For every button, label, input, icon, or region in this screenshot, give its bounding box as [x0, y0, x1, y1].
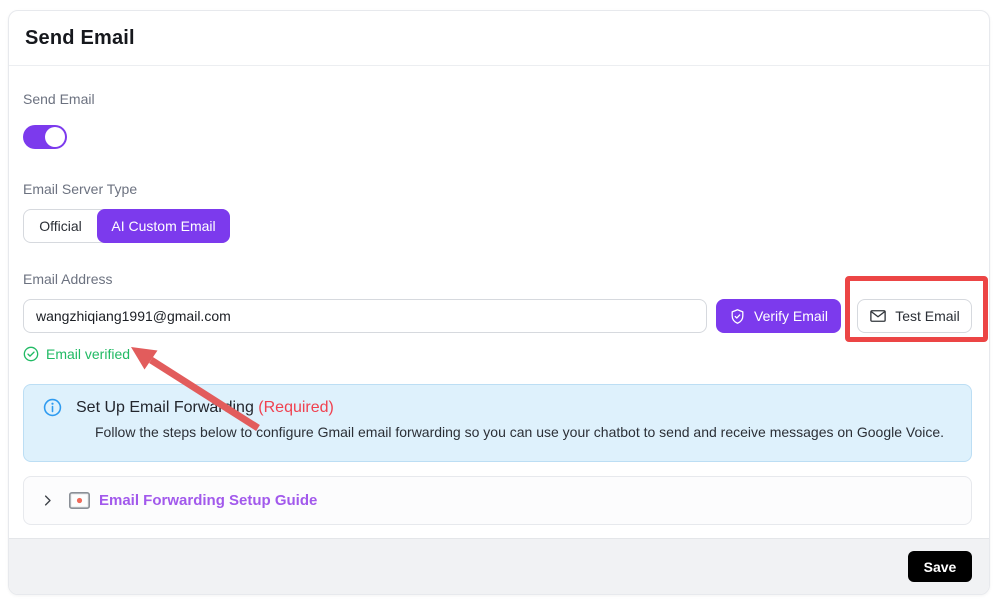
info-box-header: Set Up Email Forwarding (Required): [43, 398, 955, 417]
guide-title: Email Forwarding Setup Guide: [99, 492, 317, 509]
verify-email-button[interactable]: Verify Email: [716, 299, 841, 333]
email-forwarding-info-box: Set Up Email Forwarding (Required) Follo…: [23, 384, 972, 462]
server-type-option-official[interactable]: Official: [24, 210, 97, 242]
envelope-with-red-dot-icon: [69, 492, 90, 509]
chevron-right-icon[interactable]: [40, 493, 55, 508]
page-title: Send Email: [25, 27, 135, 50]
send-email-toggle-label: Send Email: [23, 91, 972, 107]
info-circle-icon: [43, 398, 62, 417]
email-verified-status: Email verified: [23, 346, 972, 362]
info-box-description: Follow the steps below to configure Gmai…: [95, 424, 955, 440]
check-circle-icon: [23, 346, 39, 362]
envelope-icon: [869, 307, 887, 325]
info-box-title: Set Up Email Forwarding (Required): [76, 399, 334, 417]
card-body: Send Email Email Server Type Official AI…: [9, 66, 989, 525]
send-email-card: Send Email Send Email Email Server Type …: [8, 10, 990, 595]
email-address-input[interactable]: [23, 299, 707, 333]
server-type-segmented-control: Official AI Custom Email: [23, 209, 230, 243]
email-address-label: Email Address: [23, 271, 972, 287]
required-badge: (Required): [258, 399, 334, 416]
send-email-settings-page: Send Email Send Email Email Server Type …: [0, 0, 1001, 607]
server-type-option-ai-custom-email[interactable]: AI Custom Email: [97, 209, 230, 243]
email-row: Verify Email Test Email: [23, 299, 972, 333]
shield-check-icon: [729, 308, 746, 325]
test-email-button[interactable]: Test Email: [857, 299, 972, 333]
server-type-label: Email Server Type: [23, 181, 972, 197]
test-email-button-label: Test Email: [895, 308, 960, 324]
save-button[interactable]: Save: [908, 551, 972, 582]
email-forwarding-guide-expander[interactable]: Email Forwarding Setup Guide: [23, 476, 972, 525]
toggle-knob: [45, 127, 65, 147]
verify-email-button-label: Verify Email: [754, 308, 828, 324]
card-footer: Save: [9, 538, 989, 594]
email-verified-text: Email verified: [46, 346, 130, 362]
send-email-toggle[interactable]: [23, 125, 67, 149]
card-header: Send Email: [9, 11, 989, 66]
